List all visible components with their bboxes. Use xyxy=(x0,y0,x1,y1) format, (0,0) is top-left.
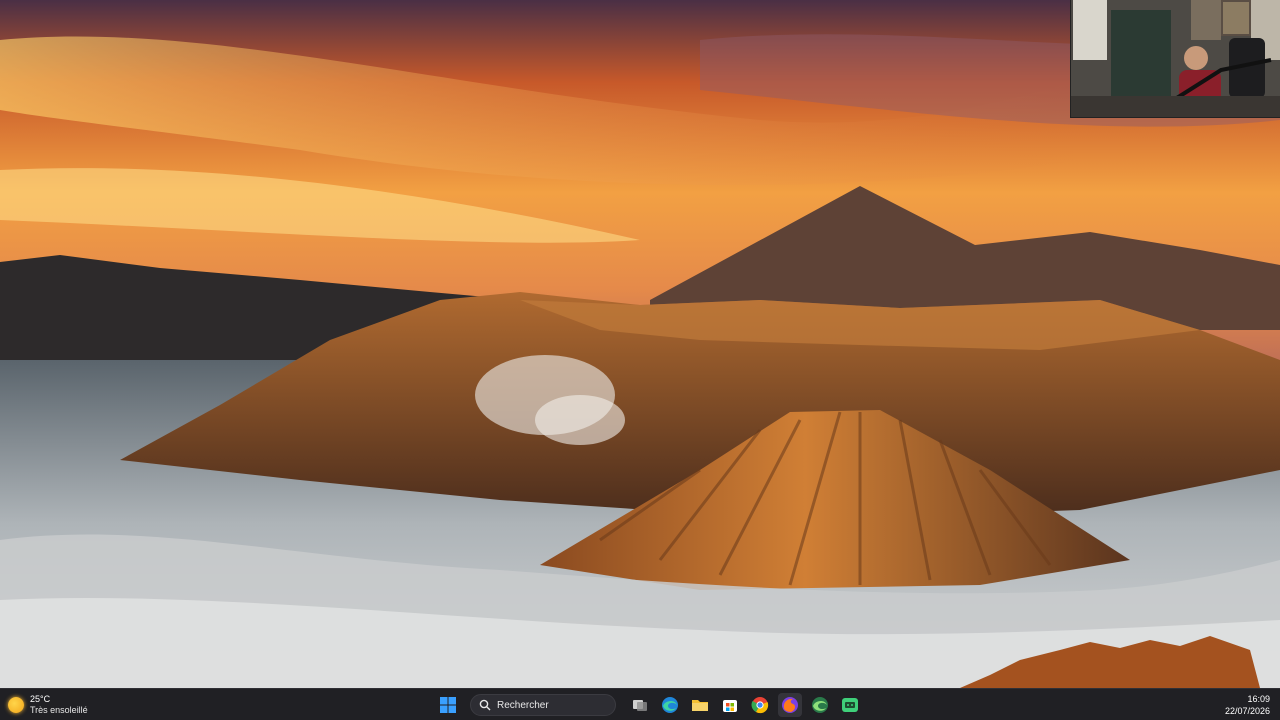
file-explorer-icon xyxy=(692,700,708,711)
weather-condition: Très ensoleillé xyxy=(30,705,88,715)
taskbar: 25°C Très ensoleillé Rechercher 16:09 22… xyxy=(0,688,1280,720)
weather-temperature: 25°C xyxy=(30,694,51,704)
edge-icon xyxy=(662,697,678,713)
clock-time: 16:09 xyxy=(1247,694,1270,704)
edge-dev-icon xyxy=(812,697,828,713)
microsoft-store-icon xyxy=(723,700,737,712)
search-box[interactable]: Rechercher xyxy=(470,694,616,716)
microsoft-store-button[interactable] xyxy=(718,693,742,717)
task-view-icon xyxy=(633,700,647,711)
edge-button[interactable] xyxy=(658,693,682,717)
firefox-icon xyxy=(782,697,798,713)
chrome-icon xyxy=(751,697,769,714)
start-button[interactable] xyxy=(436,693,460,717)
start-icon xyxy=(440,697,456,713)
webcam-overlay xyxy=(1070,0,1280,118)
taskbar-center: Rechercher xyxy=(436,692,862,718)
clock-date: 22/07/2026 xyxy=(1224,706,1270,716)
task-view-button[interactable] xyxy=(628,693,652,717)
terminal-app-icon xyxy=(842,698,858,712)
search-placeholder: Rechercher xyxy=(497,699,549,711)
sun-icon xyxy=(8,697,24,713)
desktop-wallpaper xyxy=(0,0,1280,688)
weather-widget[interactable]: 25°C Très ensoleillé xyxy=(8,692,88,718)
chrome-button[interactable] xyxy=(748,693,772,717)
system-clock[interactable]: 16:09 22/07/2026 xyxy=(1225,692,1270,718)
file-explorer-button[interactable] xyxy=(688,693,712,717)
search-icon xyxy=(479,699,491,711)
edge-dev-button[interactable] xyxy=(808,693,832,717)
firefox-button[interactable] xyxy=(778,693,802,717)
terminal-app-button[interactable] xyxy=(838,693,862,717)
